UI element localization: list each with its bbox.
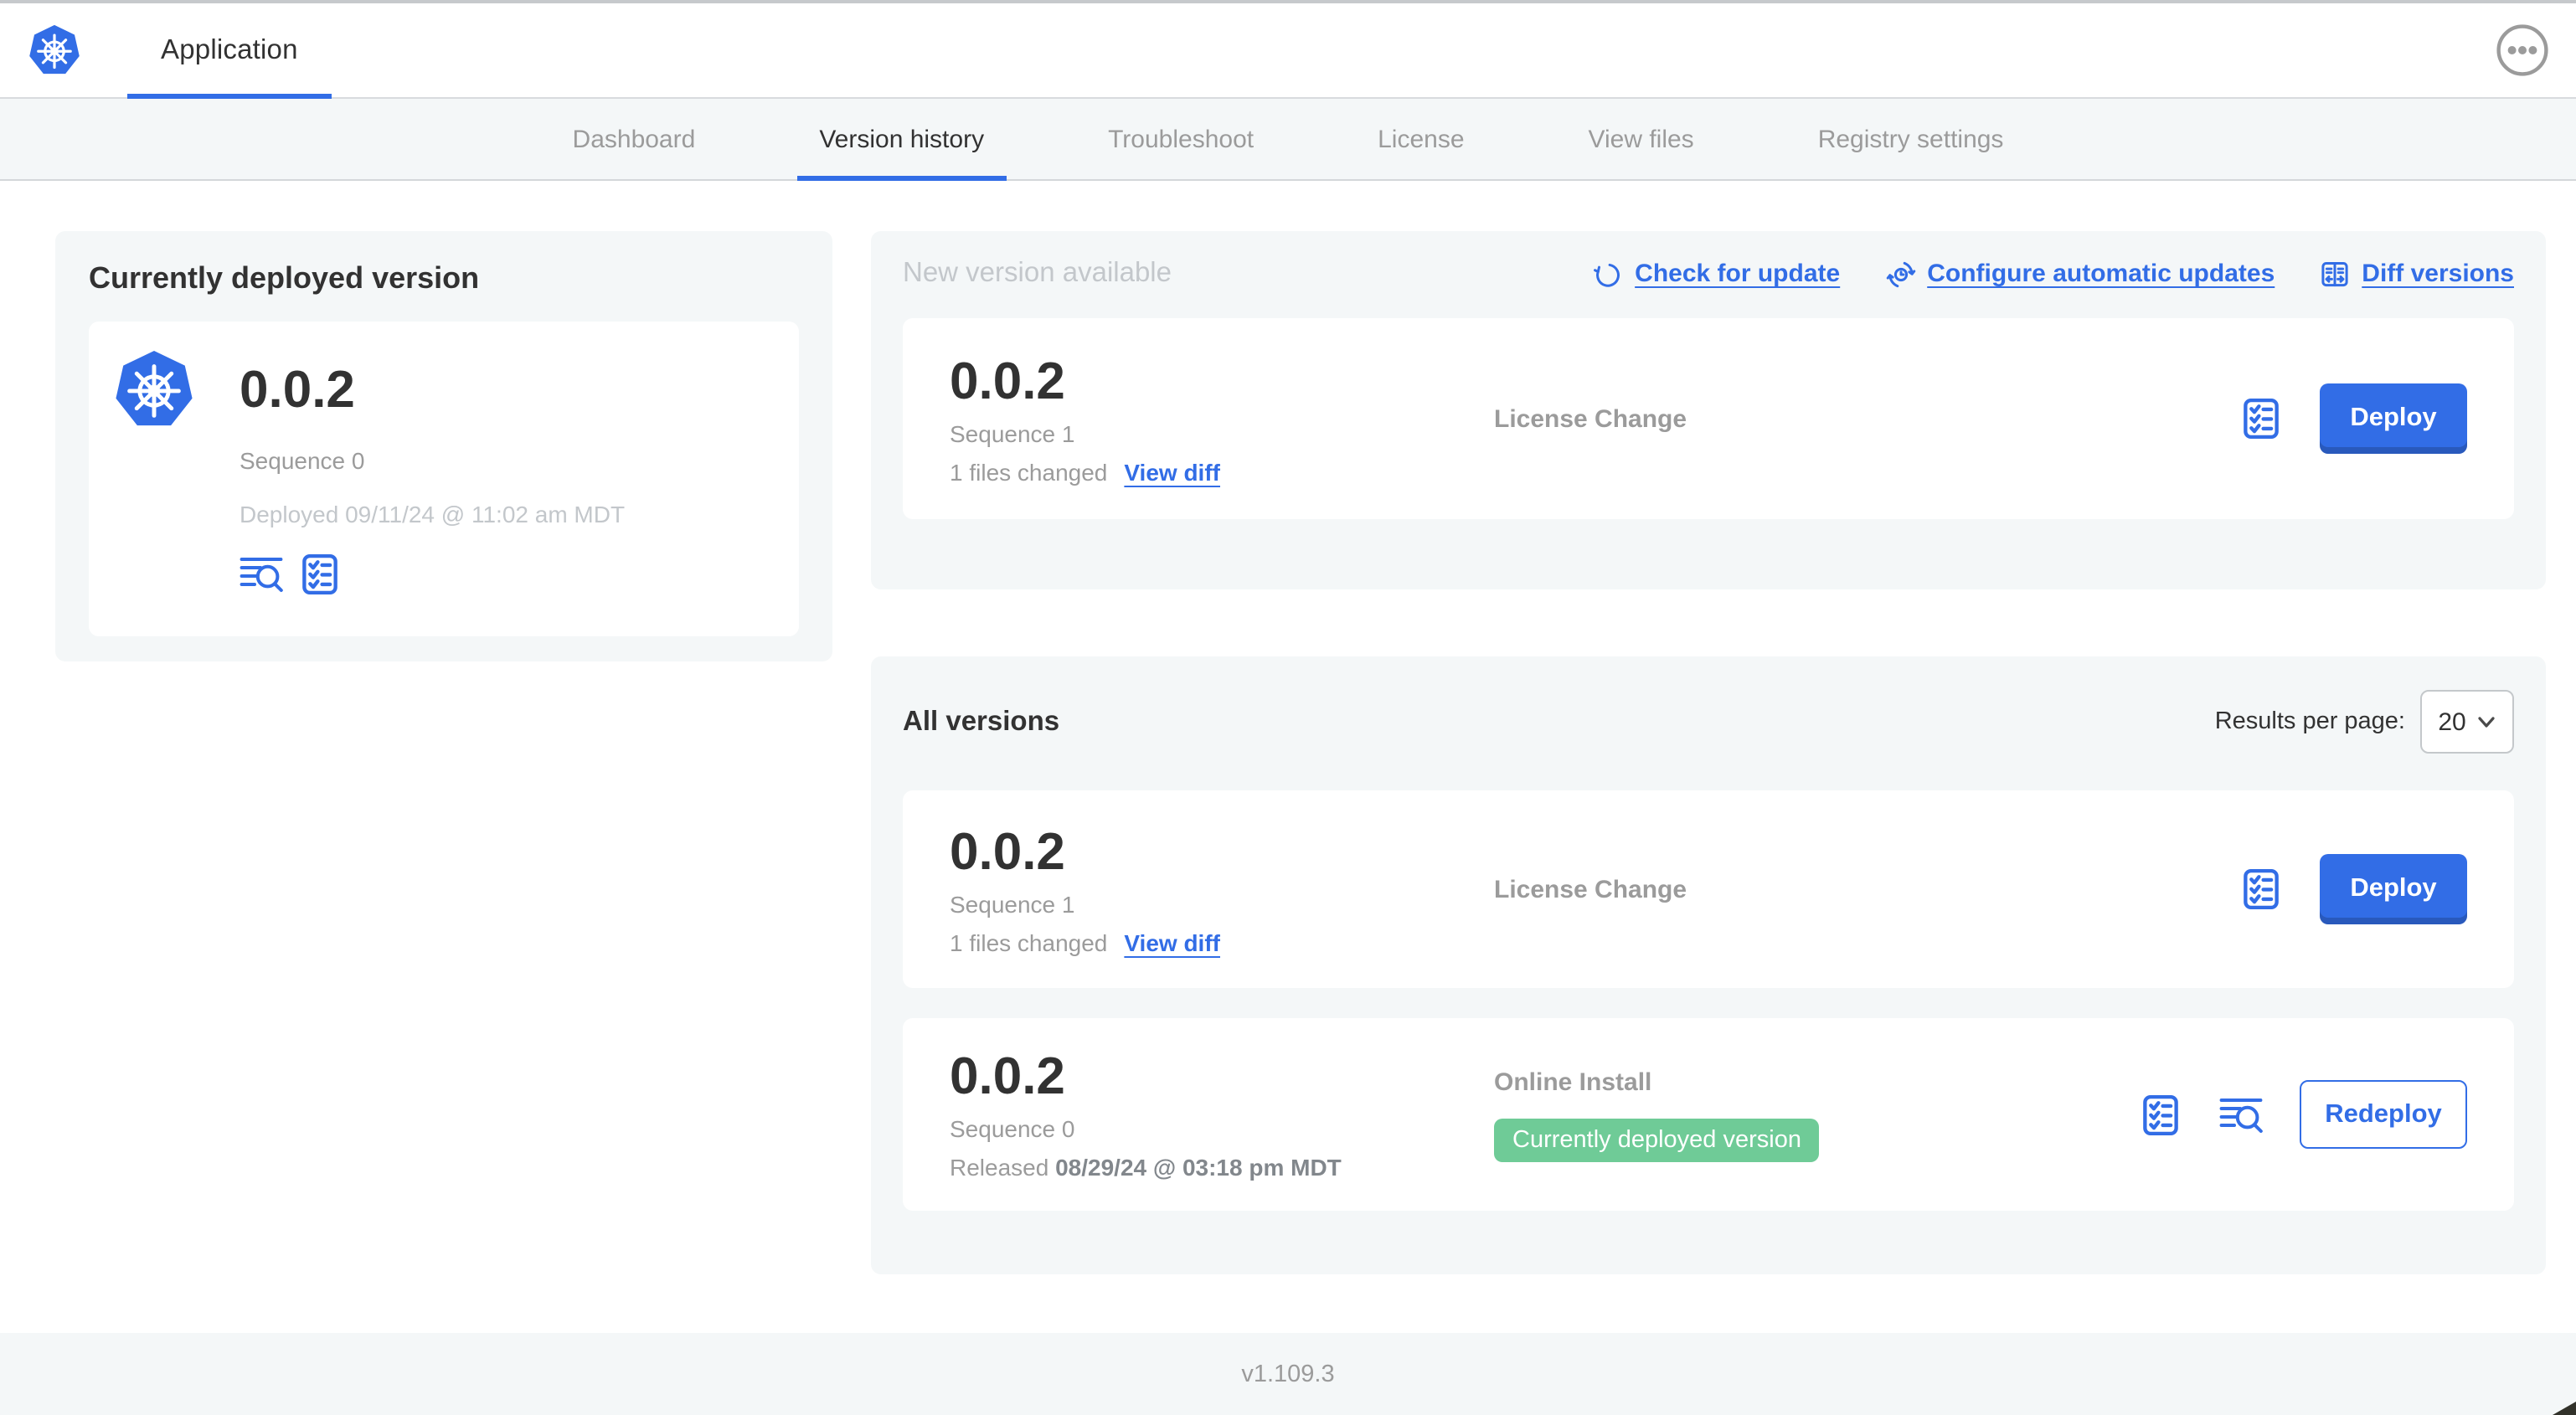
- files-changed-line: 1 files changed View diff: [950, 458, 1494, 485]
- version-info: 0.0.2 Sequence 1 1 files changed View di…: [950, 352, 1494, 485]
- app-header: Application: [0, 0, 2576, 99]
- currently-deployed-title: Currently deployed version: [89, 261, 480, 295]
- update-links: Check for update Configure automatic upd…: [1593, 259, 2514, 289]
- tab-registry-settings[interactable]: Registry settings: [1796, 99, 2026, 179]
- deploy-button[interactable]: Deploy: [2320, 383, 2467, 454]
- version-actions: Deploy: [2239, 383, 2467, 454]
- active-tab-underline: [127, 94, 332, 99]
- kubernetes-logo-icon: [112, 348, 196, 430]
- currently-deployed-card: 0.0.2 Sequence 0 Deployed 09/11/24 @ 11:…: [89, 322, 799, 636]
- tab-view-files[interactable]: View files: [1567, 99, 1716, 179]
- files-changed-line: 1 files changed View diff: [950, 929, 1494, 955]
- log-search-icon: [2219, 1098, 2263, 1132]
- app-icon: [112, 348, 196, 430]
- currently-deployed-badge: Currently deployed version: [1494, 1118, 1820, 1161]
- results-per-page-label: Results per page:: [2214, 708, 2405, 735]
- log-search-icon: [240, 558, 283, 592]
- version-info: 0.0.2 Sequence 1 1 files changed View di…: [950, 821, 1494, 955]
- version-number: 0.0.2: [950, 821, 1065, 880]
- files-changed: 1 files changed: [950, 458, 1108, 485]
- version-source: Online Install: [1494, 1068, 1652, 1096]
- check-for-update-link[interactable]: Check for update: [1593, 259, 1840, 289]
- deploy-button[interactable]: Deploy: [2320, 854, 2467, 924]
- preflight-checks-button[interactable]: [298, 553, 342, 596]
- deployed-version-number: 0.0.2: [240, 360, 355, 419]
- version-actions: Deploy: [2239, 854, 2467, 924]
- tab-troubleshoot[interactable]: Troubleshoot: [1086, 99, 1275, 179]
- refresh-icon: [1593, 259, 1623, 289]
- deployed-version-info: 0.0.2 Sequence 0 Deployed 09/11/24 @ 11:…: [240, 348, 625, 610]
- view-logs-button[interactable]: [2219, 1093, 2263, 1136]
- kots-admin-page: Application Dashboard Version history Tr…: [0, 0, 2576, 1415]
- diff-versions-link[interactable]: Diff versions: [2320, 259, 2514, 289]
- chevron-down-icon: [2479, 716, 2496, 727]
- all-versions-title: All versions: [903, 706, 1060, 736]
- deployed-sequence: Sequence 0: [240, 447, 365, 474]
- view-diff-link[interactable]: View diff: [1124, 929, 1220, 955]
- version-row: 0.0.2 Sequence 1 1 files changed View di…: [903, 790, 2514, 988]
- more-menu-button[interactable]: [2496, 23, 2549, 77]
- clock-sync-icon: [1885, 259, 1915, 289]
- redeploy-button[interactable]: Redeploy: [2300, 1080, 2467, 1149]
- view-logs-button[interactable]: [240, 553, 283, 596]
- version-row: 0.0.2 Sequence 0 Released 08/29/24 @ 03:…: [903, 1018, 2514, 1211]
- checklist-icon: [298, 553, 342, 596]
- app-footer: v1.109.3: [0, 1333, 2576, 1415]
- version-source: License Change: [1494, 404, 1687, 433]
- tab-version-history[interactable]: Version history: [797, 99, 1007, 181]
- checklist-icon: [2239, 397, 2283, 440]
- all-versions-section: All versions Results per page: 20 0.0.2 …: [871, 656, 2546, 1274]
- subnav: Dashboard Version history Troubleshoot L…: [0, 99, 2576, 181]
- page-title: Application: [161, 34, 298, 64]
- tab-license[interactable]: License: [1356, 99, 1486, 179]
- version-sequence: Sequence 0: [950, 1115, 1075, 1142]
- files-changed: 1 files changed: [950, 929, 1108, 955]
- preflight-checks-button[interactable]: [2139, 1093, 2182, 1136]
- ellipsis-icon: [2496, 23, 2549, 77]
- view-diff-link[interactable]: View diff: [1124, 458, 1220, 485]
- configure-automatic-updates-link[interactable]: Configure automatic updates: [1885, 259, 2275, 289]
- diff-icon: [2320, 259, 2350, 289]
- version-source-block: License Change: [1494, 875, 2239, 903]
- released-timestamp: Released 08/29/24 @ 03:18 pm MDT: [950, 1154, 1342, 1181]
- app-nav-tab-application[interactable]: Application: [127, 3, 332, 99]
- version-sequence: Sequence 1: [950, 890, 1075, 917]
- version-actions: Redeploy: [2139, 1080, 2467, 1149]
- version-number: 0.0.2: [950, 351, 1065, 409]
- preflight-checks-button[interactable]: [2239, 867, 2283, 911]
- results-per-page-value: 20: [2438, 708, 2466, 736]
- version-info: 0.0.2 Sequence 0 Released 08/29/24 @ 03:…: [950, 1047, 1494, 1181]
- results-per-page: Results per page: 20: [2215, 690, 2514, 754]
- new-version-row: 0.0.2 Sequence 1 1 files changed View di…: [903, 318, 2514, 519]
- currently-deployed-section: Currently deployed version 0.0.2 Sequenc…: [55, 231, 832, 661]
- new-version-header: New version available Check for update C…: [903, 258, 2514, 290]
- tab-dashboard[interactable]: Dashboard: [551, 99, 718, 179]
- cursor-artifact: [2553, 1402, 2576, 1415]
- kubernetes-logo-icon: [28, 23, 81, 75]
- new-version-title: New version available: [903, 258, 1172, 288]
- new-version-section: New version available Check for update C…: [871, 231, 2546, 589]
- version-source-block: Online Install Currently deployed versio…: [1494, 1068, 2139, 1161]
- deployed-version-actions: [240, 553, 625, 596]
- version-sequence: Sequence 1: [950, 419, 1075, 446]
- deployed-timestamp: Deployed 09/11/24 @ 11:02 am MDT: [240, 501, 626, 527]
- checklist-icon: [2239, 867, 2283, 911]
- preflight-checks-button[interactable]: [2239, 397, 2283, 440]
- version-source-block: License Change: [1494, 404, 2239, 433]
- version-number: 0.0.2: [950, 1047, 1065, 1105]
- version-source: License Change: [1494, 875, 1687, 903]
- app-logo[interactable]: [27, 23, 82, 77]
- checklist-icon: [2139, 1093, 2182, 1136]
- console-version: v1.109.3: [1241, 1361, 1335, 1387]
- results-per-page-select[interactable]: 20: [2420, 690, 2514, 754]
- all-versions-header: All versions Results per page: 20: [903, 690, 2514, 754]
